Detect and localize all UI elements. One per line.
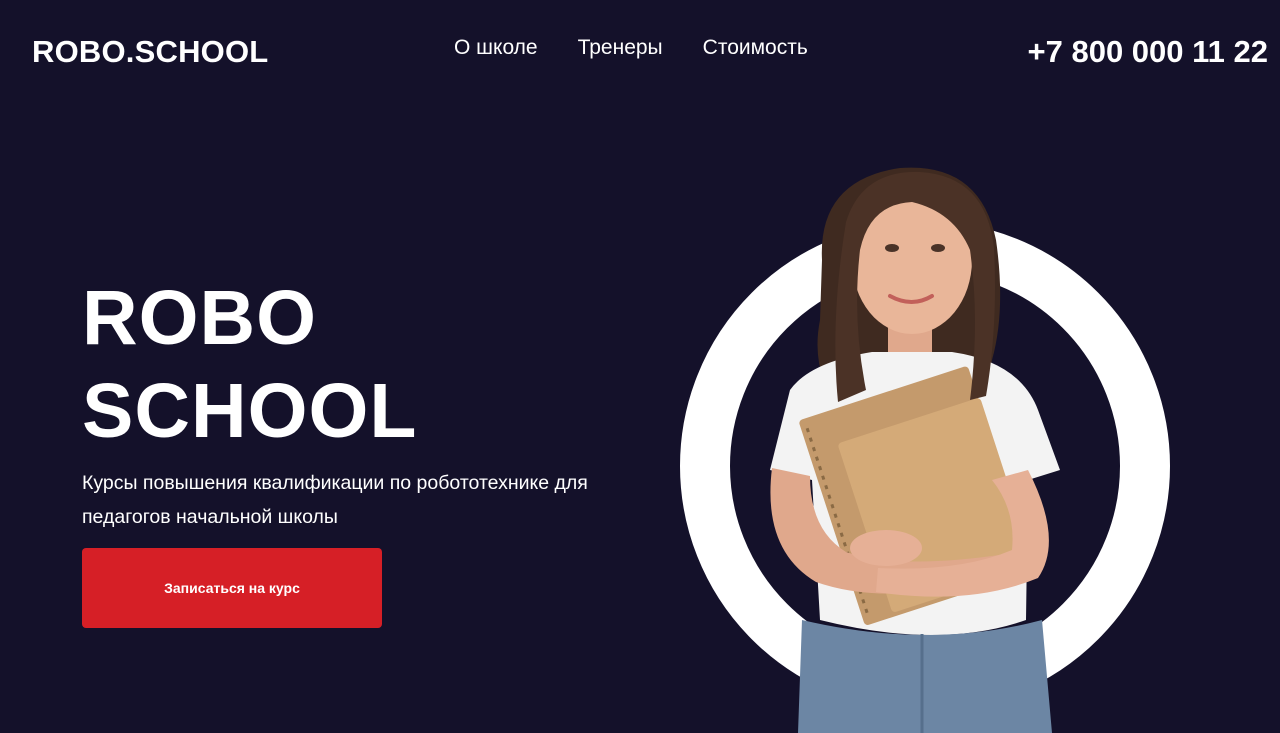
hand [850,530,922,566]
enroll-button[interactable]: Записаться на курс [82,548,382,628]
phone-number[interactable]: +7 800 000 11 22 [1028,34,1269,70]
eye-left [885,244,899,252]
hero-title-line-2: SCHOOL [82,368,418,454]
nav-item-trainers[interactable]: Тренеры [578,36,663,60]
nav-item-about[interactable]: О школе [454,36,538,60]
hero-subtitle: Курсы повышения квалификации по робототе… [82,472,588,528]
jeans [798,620,1052,733]
eye-right [931,244,945,252]
nav-item-pricing[interactable]: Стоимость [703,36,808,60]
site-logo[interactable]: ROBO.SCHOOL [32,34,268,70]
landing-page: ROBO.SCHOOL О школе Тренеры Стоимость +7… [0,0,1280,733]
hero-illustration [640,150,1200,733]
hero-title: ROBO SCHOOL [82,272,417,458]
hero-title-line-1: ROBO [82,275,317,361]
main-nav: О школе Тренеры Стоимость [454,36,808,60]
student-with-notebooks-icon [680,167,1170,733]
